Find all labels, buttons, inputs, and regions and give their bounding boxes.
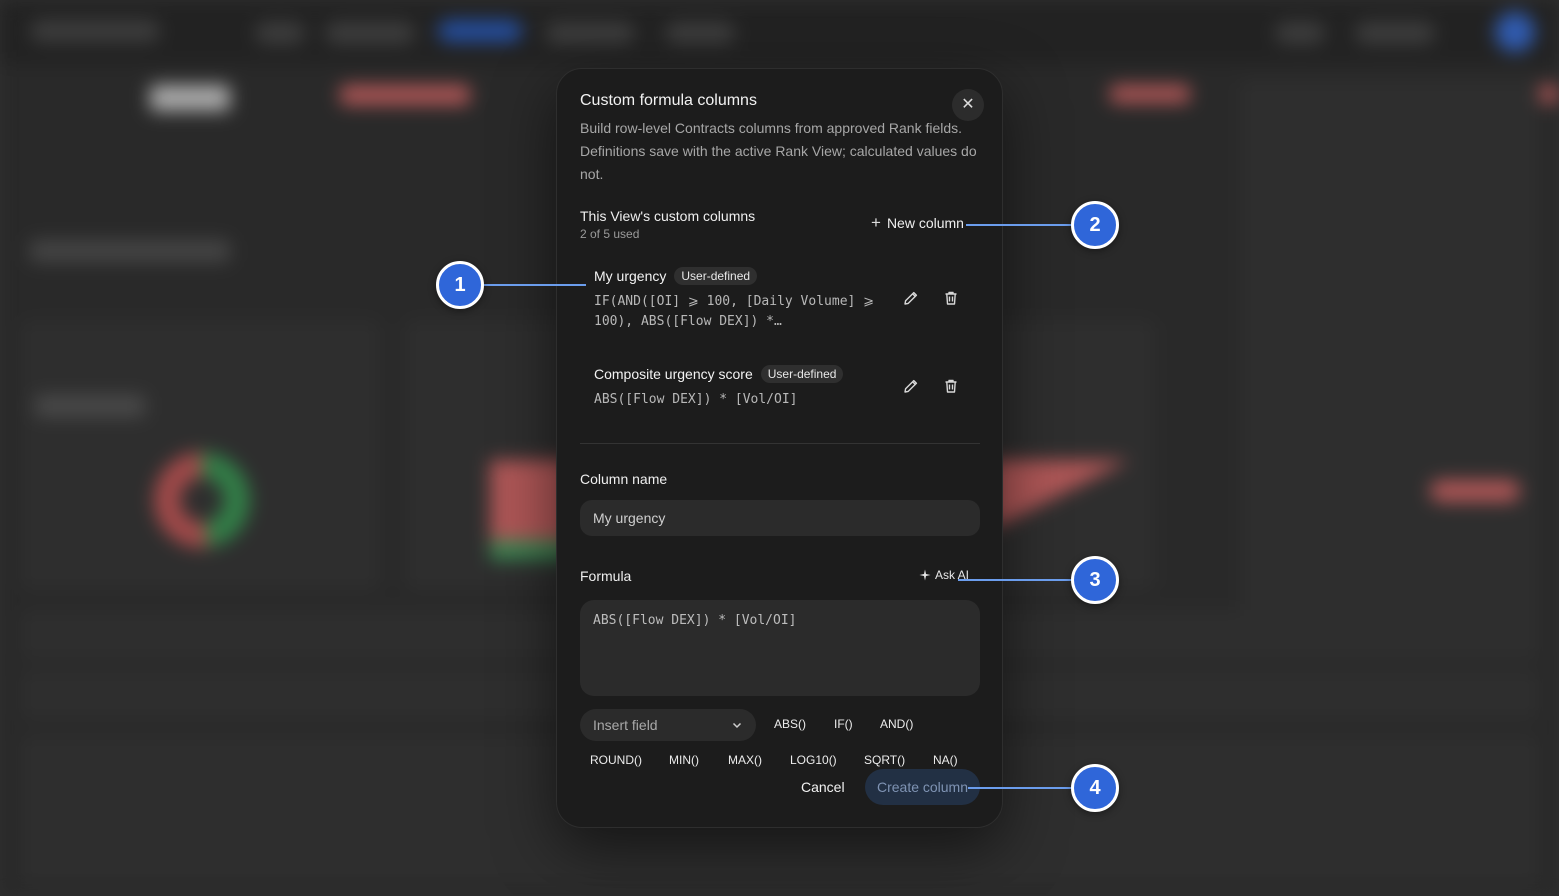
custom-column-formula: ABS([Flow DEX]) * [Vol/OI] — [594, 392, 798, 407]
create-column-button[interactable]: Create column — [865, 769, 980, 805]
callout-line-3 — [958, 579, 1072, 581]
function-round-button[interactable]: ROUND() — [590, 753, 642, 767]
new-column-button[interactable]: + New column — [871, 213, 964, 232]
function-na-button[interactable]: NA() — [933, 753, 958, 767]
plus-icon: + — [871, 213, 881, 232]
function-max-button[interactable]: MAX() — [728, 753, 762, 767]
edit-column-button[interactable] — [899, 374, 923, 398]
column-name-input[interactable] — [580, 500, 980, 536]
cancel-button[interactable]: Cancel — [801, 779, 845, 795]
section-divider — [580, 443, 980, 444]
custom-formula-columns-dialog: Custom formula columns ✕ Build row-level… — [556, 68, 1003, 828]
callout-badge-3: 3 — [1071, 556, 1119, 604]
function-if-button[interactable]: IF() — [834, 717, 853, 731]
chevron-down-icon — [732, 722, 742, 729]
callout-badge-4: 4 — [1071, 764, 1119, 812]
callout-line-2 — [966, 224, 1072, 226]
formula-editor[interactable]: ABS([Flow DEX]) * [Vol/OI] — [580, 600, 980, 696]
sparkle-icon — [919, 569, 931, 581]
user-defined-badge: User-defined — [760, 365, 844, 383]
dialog-description: Build row-level Contracts columns from a… — [580, 120, 977, 182]
callout-line-4 — [968, 787, 1072, 789]
function-sqrt-button[interactable]: SQRT() — [864, 753, 905, 767]
edit-column-button[interactable] — [899, 286, 923, 310]
custom-column-name: Composite urgency score — [594, 366, 753, 382]
trash-icon — [945, 291, 957, 305]
delete-column-button[interactable] — [939, 374, 963, 398]
column-name-label: Column name — [580, 471, 668, 487]
delete-column-button[interactable] — [939, 286, 963, 310]
custom-column-formula: IF(AND([OI] ⩾ 100, [Daily Volume] ⩾ 100)… — [594, 294, 875, 329]
custom-column-name: My urgency — [594, 268, 667, 284]
pencil-icon — [904, 379, 918, 393]
function-log10-button[interactable]: LOG10() — [790, 753, 837, 767]
custom-column-item: Composite urgency score User-defined ABS… — [594, 365, 894, 410]
custom-columns-heading: This View's custom columns — [580, 208, 756, 224]
custom-columns-usage: 2 of 5 used — [580, 227, 640, 241]
callout-badge-2: 2 — [1071, 201, 1119, 249]
user-defined-badge: User-defined — [674, 267, 758, 285]
function-abs-button[interactable]: ABS() — [774, 717, 806, 731]
new-column-label: New column — [886, 215, 964, 231]
insert-field-select[interactable]: Insert field — [580, 709, 756, 741]
trash-icon — [945, 379, 957, 393]
function-and-button[interactable]: AND() — [880, 717, 913, 731]
function-min-button[interactable]: MIN() — [669, 753, 699, 767]
callout-badge-1: 1 — [436, 261, 484, 309]
dialog-title: Custom formula columns — [580, 92, 757, 109]
custom-column-item: My urgency User-defined IF(AND([OI] ⩾ 10… — [594, 267, 894, 332]
pencil-icon — [904, 291, 918, 305]
formula-label: Formula — [580, 568, 632, 584]
callout-line-1 — [482, 284, 586, 286]
insert-field-label: Insert field — [593, 717, 658, 733]
close-icon: ✕ — [961, 96, 975, 113]
